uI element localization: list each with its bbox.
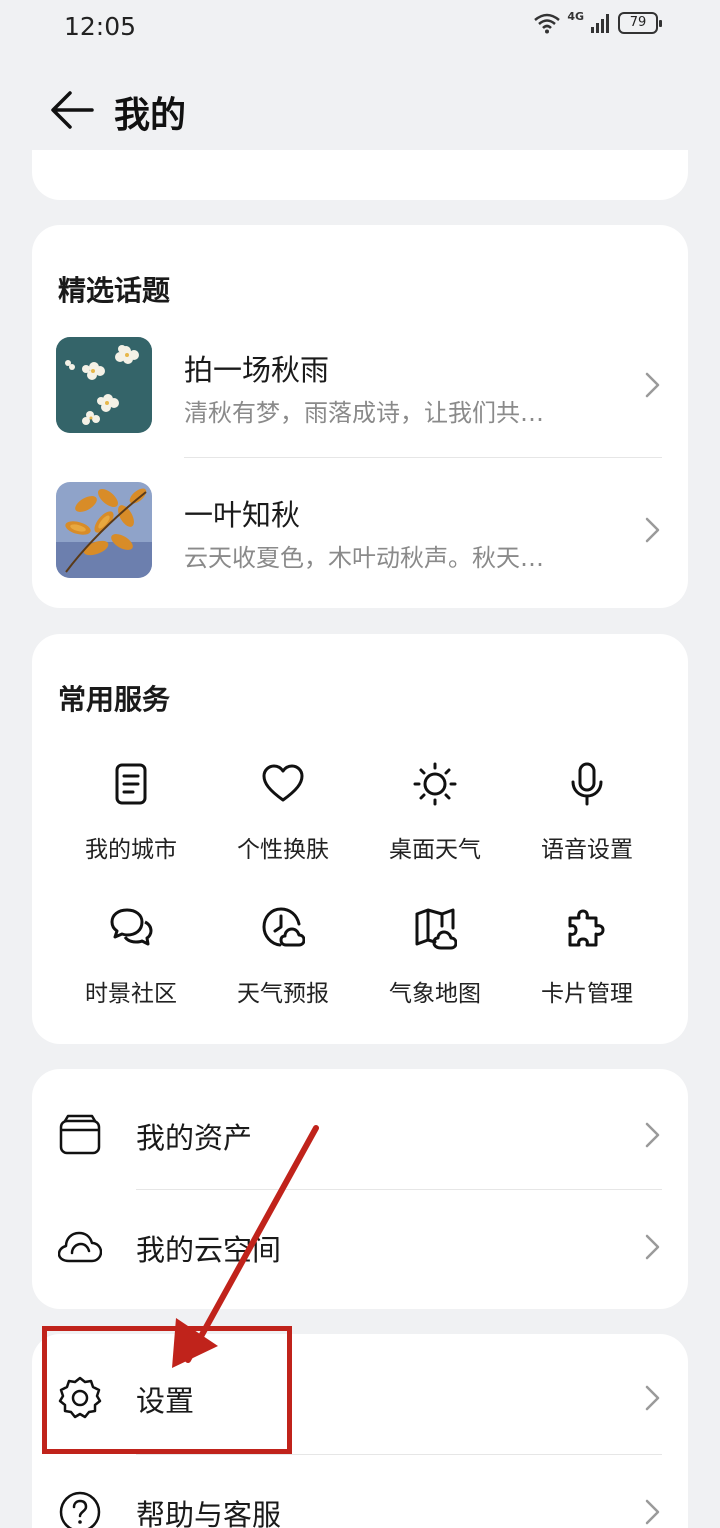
service-community[interactable]: 时景社区 bbox=[56, 906, 206, 1016]
battery-icon: 79 bbox=[618, 12, 662, 34]
page-title: 我的 bbox=[114, 95, 187, 136]
topic-title: 拍一场秋雨 bbox=[184, 353, 330, 387]
service-forecast[interactable]: 天气预报 bbox=[208, 906, 358, 1016]
wifi-icon bbox=[534, 13, 561, 34]
topic-item[interactable]: 一叶知秋 云天收夏色，木叶动秋声。秋天… bbox=[32, 482, 688, 582]
chevron-right-icon bbox=[645, 1122, 660, 1148]
service-label: 我的城市 bbox=[85, 837, 177, 863]
document-icon bbox=[115, 763, 147, 805]
row-label: 我的资产 bbox=[136, 1121, 253, 1155]
service-label: 时景社区 bbox=[85, 981, 177, 1007]
cloud-icon bbox=[58, 1231, 102, 1263]
network-type: 4G bbox=[567, 9, 584, 23]
back-arrow-icon[interactable] bbox=[48, 90, 96, 130]
sun-icon bbox=[413, 762, 457, 806]
header: 我的 bbox=[0, 80, 720, 144]
row-my-assets[interactable]: 我的资产 bbox=[32, 1077, 688, 1189]
partial-card bbox=[32, 150, 688, 200]
map-icon bbox=[415, 908, 457, 950]
help-icon bbox=[59, 1491, 101, 1528]
service-label: 个性换肤 bbox=[237, 837, 329, 863]
featured-topics-card: 精选话题 拍一场秋雨 清秋有梦，雨落成诗，让我们共… 一叶知秋 云天收夏色，木叶… bbox=[32, 225, 688, 608]
topic-item[interactable]: 拍一场秋雨 清秋有梦，雨落成诗，让我们共… bbox=[32, 337, 688, 437]
topic-thumbnail-leaves bbox=[56, 482, 152, 578]
topic-thumbnail-flowers bbox=[56, 337, 152, 433]
chat-bubbles-icon bbox=[110, 908, 153, 946]
topic-title: 一叶知秋 bbox=[184, 498, 301, 532]
row-label: 我的云空间 bbox=[136, 1233, 282, 1267]
status-bar: 12:05 4G 79 bbox=[0, 0, 720, 56]
chevron-right-icon bbox=[645, 1385, 660, 1411]
divider bbox=[136, 1189, 662, 1190]
topic-description: 云天收夏色，木叶动秋声。秋天… bbox=[184, 544, 544, 572]
forecast-icon bbox=[262, 907, 305, 947]
common-services-card: 常用服务 我的城市 个性换肤 桌面天气 语音设置 时景社区 天气预报 气象地图 … bbox=[32, 634, 688, 1044]
wallet-icon bbox=[59, 1114, 101, 1155]
divider bbox=[184, 457, 662, 458]
row-help[interactable]: 帮助与客服 bbox=[32, 1456, 688, 1528]
service-my-city[interactable]: 我的城市 bbox=[56, 762, 206, 872]
chevron-right-icon bbox=[645, 1499, 660, 1525]
section-title-services: 常用服务 bbox=[58, 683, 171, 716]
chevron-right-icon bbox=[645, 1234, 660, 1260]
status-time: 12:05 bbox=[64, 12, 137, 41]
service-desktop-weather[interactable]: 桌面天气 bbox=[360, 762, 510, 872]
service-label: 气象地图 bbox=[389, 981, 481, 1007]
chevron-right-icon bbox=[645, 517, 660, 543]
row-label: 帮助与客服 bbox=[136, 1498, 282, 1528]
service-card-management[interactable]: 卡片管理 bbox=[512, 906, 662, 1016]
puzzle-icon bbox=[568, 909, 605, 947]
microphone-icon bbox=[571, 762, 603, 806]
service-label: 语音设置 bbox=[541, 837, 633, 863]
chevron-right-icon bbox=[645, 372, 660, 398]
service-label: 桌面天气 bbox=[389, 837, 481, 863]
service-label: 天气预报 bbox=[237, 981, 329, 1007]
service-skin[interactable]: 个性换肤 bbox=[208, 762, 358, 872]
row-cloud-space[interactable]: 我的云空间 bbox=[32, 1191, 688, 1303]
section-title-topics: 精选话题 bbox=[58, 274, 171, 307]
topic-description: 清秋有梦，雨落成诗，让我们共… bbox=[184, 399, 544, 427]
service-label: 卡片管理 bbox=[541, 981, 633, 1007]
service-weather-map[interactable]: 气象地图 bbox=[360, 906, 510, 1016]
annotation-highlight-box bbox=[42, 1326, 292, 1454]
status-icons: 4G 79 bbox=[533, 9, 662, 34]
signal-icon bbox=[591, 14, 609, 33]
service-voice-settings[interactable]: 语音设置 bbox=[512, 762, 662, 872]
assets-card: 我的资产 我的云空间 bbox=[32, 1069, 688, 1309]
divider bbox=[136, 1454, 662, 1455]
heart-icon bbox=[262, 764, 304, 802]
